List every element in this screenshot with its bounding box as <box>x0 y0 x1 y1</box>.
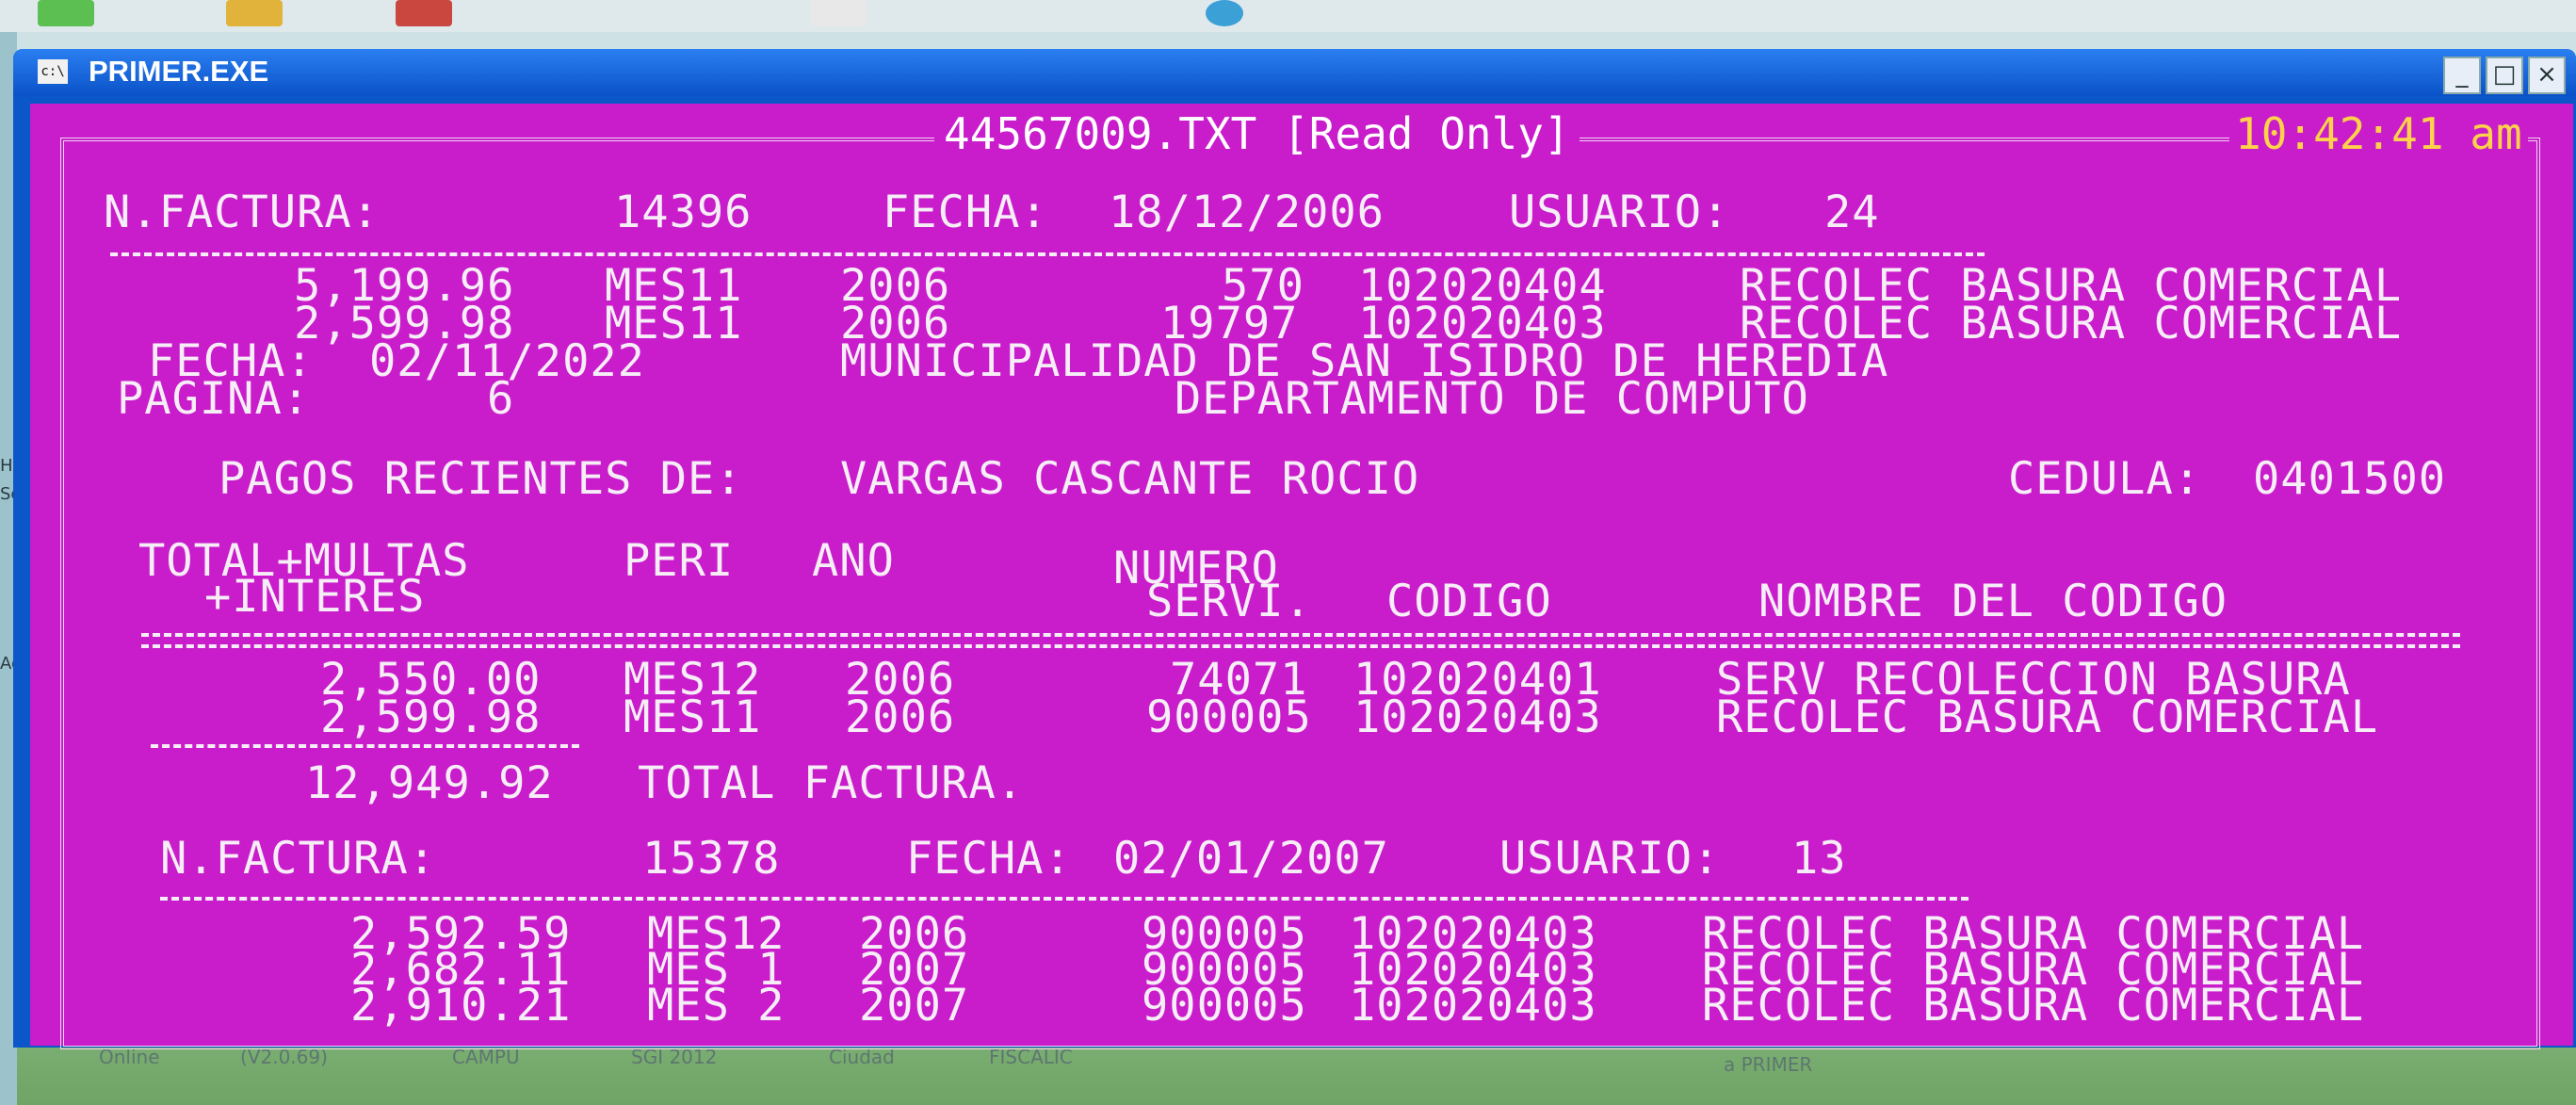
console-icon[interactable]: c:\ <box>38 59 68 84</box>
row-peri: MES 2 <box>647 980 786 1032</box>
payment-nombre: RECOLEC BASURA COMERCIAL <box>1716 691 2379 743</box>
col-servi: SERVI. <box>1146 576 1312 627</box>
payment-servi: 900005 <box>1146 691 1312 743</box>
file-icon[interactable] <box>810 0 867 26</box>
clock: 10:42:41 am <box>2229 108 2528 159</box>
fecha-label: FECHA: <box>883 187 1048 238</box>
window-titlebar[interactable]: c:\ PRIMER.EXE _ □ × <box>13 49 2576 96</box>
payment-total: 2,599.98 <box>320 691 542 743</box>
cedula-value: 0401500 <box>2253 453 2447 505</box>
total-factura-amount: 12,949.92 <box>305 757 554 809</box>
col-peri: PERI <box>624 535 735 587</box>
usuario-value: 13 <box>1791 833 1847 885</box>
payment-ano: 2006 <box>845 691 956 743</box>
usuario-label: USUARIO: <box>1499 833 1721 885</box>
separator-line <box>110 252 1985 256</box>
console-window: c:\ PRIMER.EXE _ □ × 44567009.TXT [Read … <box>13 49 2576 1049</box>
folder-icon[interactable] <box>226 0 283 26</box>
col-codigo: CODIGO <box>1386 576 1552 627</box>
factura-number: 15378 <box>642 833 781 885</box>
row-ano: 2007 <box>859 980 970 1032</box>
payment-codigo: 102020403 <box>1353 691 1602 743</box>
usuario-value: 24 <box>1824 187 1880 238</box>
console-area[interactable]: 44567009.TXT [Read Only] 10:42:41 am N.F… <box>30 104 2573 1049</box>
window-title: PRIMER.EXE <box>89 55 269 88</box>
col-nombre: NOMBRE DEL CODIGO <box>1758 576 2228 627</box>
double-separator <box>141 633 2460 648</box>
subtotal-line <box>151 744 579 748</box>
col-ano: ANO <box>812 535 895 587</box>
fecha-value: 02/01/2007 <box>1113 833 1389 885</box>
row-servi: 900005 <box>1142 980 1307 1032</box>
row-total: 2,910.21 <box>350 980 572 1032</box>
col-interes: +INTERES <box>204 571 426 623</box>
close-button[interactable]: × <box>2528 57 2566 94</box>
file-title: 44567009.TXT [Read Only] <box>934 108 1580 159</box>
row-codigo: 102020403 <box>1349 980 1597 1032</box>
total-factura-label: TOTAL FACTURA. <box>638 757 1025 809</box>
cedula-label: CEDULA: <box>2008 453 2202 505</box>
minimize-button[interactable]: _ <box>2443 57 2481 94</box>
payment-peri: MES11 <box>624 691 762 743</box>
separator-line <box>160 897 1968 901</box>
factura-label: N.FACTURA: <box>104 187 380 238</box>
factura-label: N.FACTURA: <box>160 833 436 885</box>
globe-icon[interactable] <box>1206 0 1243 26</box>
usuario-label: USUARIO: <box>1509 187 1730 238</box>
desktop-top-strip <box>0 0 2576 32</box>
fecha-label: FECHA: <box>906 833 1072 885</box>
desktop-icon-label[interactable]: a PRIMER <box>1724 1053 1812 1076</box>
app-shortcut-icon[interactable] <box>396 0 452 26</box>
report-pagina-label: PAGINA: <box>117 373 311 425</box>
pagos-label: PAGOS RECIENTES DE: <box>219 453 743 505</box>
desktop-shortcut-icon[interactable] <box>38 0 94 26</box>
report-dept: DEPARTAMENTO DE COMPUTO <box>1175 373 1809 425</box>
person-name: VARGAS CASCANTE ROCIO <box>840 453 1420 505</box>
row-nombre: RECOLEC BASURA COMERCIAL <box>1702 980 2365 1032</box>
fecha-value: 18/12/2006 <box>1109 187 1385 238</box>
report-pagina: 6 <box>487 373 515 425</box>
maximize-button[interactable]: □ <box>2486 57 2523 94</box>
factura-number: 14396 <box>614 187 753 238</box>
